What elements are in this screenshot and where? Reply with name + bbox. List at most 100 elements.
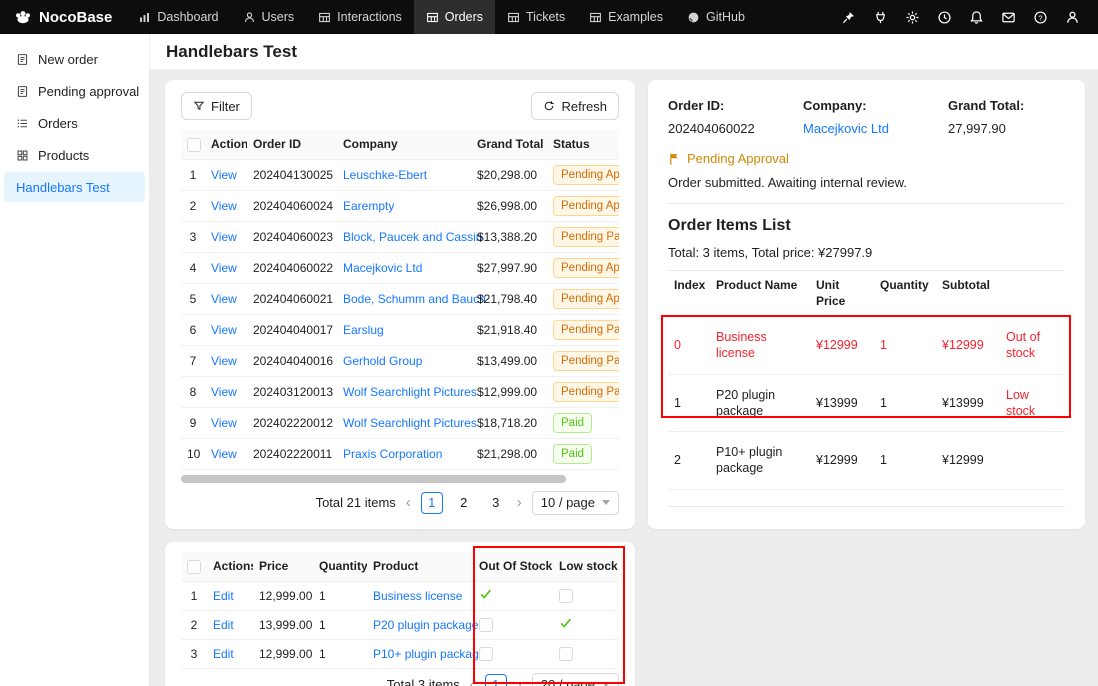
select-all-checkbox[interactable] <box>187 560 201 574</box>
page-3-button[interactable]: 3 <box>485 495 507 510</box>
view-link[interactable]: View <box>211 261 237 275</box>
table-row: 2 View 202404060024 Earempty $26,998.00 … <box>181 190 619 221</box>
user-avatar-icon[interactable] <box>1056 0 1088 34</box>
edit-link[interactable]: Edit <box>213 647 234 661</box>
company-link[interactable]: Leuschke-Ebert <box>343 168 427 182</box>
column-header-company[interactable]: Company <box>337 130 471 159</box>
cell-low-stock <box>553 581 619 610</box>
nav-item-users[interactable]: Users <box>231 0 307 34</box>
row-index: 3 <box>181 639 207 668</box>
horizontal-scrollbar-thumb[interactable] <box>181 475 566 483</box>
cell-order-id: 202403120013 <box>247 376 337 407</box>
cell-grand-total: $18,718.20 <box>471 407 547 438</box>
cell-subtotal: ¥12999 <box>936 317 1000 375</box>
nav-item-examples[interactable]: Examples <box>577 0 675 34</box>
checkbox[interactable] <box>559 647 573 661</box>
refresh-button[interactable]: Refresh <box>531 92 619 120</box>
view-link[interactable]: View <box>211 230 237 244</box>
sidebar-item-new-order[interactable]: New order <box>4 44 145 74</box>
page-title: Handlebars Test <box>166 42 297 62</box>
nav-item-interactions[interactable]: Interactions <box>306 0 414 34</box>
view-link[interactable]: View <box>211 199 237 213</box>
view-link[interactable]: View <box>211 323 237 337</box>
help-icon[interactable]: ? <box>1024 0 1056 34</box>
cell-product-name: Business license <box>710 317 810 375</box>
checkbox[interactable] <box>479 647 493 661</box>
cell-order-id: 202404060022 <box>247 252 337 283</box>
cell-grand-total: $13,499.00 <box>471 345 547 376</box>
column-header-price[interactable]: Price <box>253 552 313 581</box>
next-page-button[interactable]: › <box>517 677 522 686</box>
column-header-status[interactable]: Status <box>547 130 619 159</box>
orders-table: Actions Order ID Company Grand Total Sta… <box>181 130 619 470</box>
company-link[interactable]: Gerhold Group <box>343 354 422 368</box>
company-link[interactable]: Wolf Searchlight Pictures <box>343 385 477 399</box>
company-link[interactable]: Wolf Searchlight Pictures <box>343 416 477 430</box>
settings-gear-icon[interactable] <box>896 0 928 34</box>
sidebar-item-handlebars-test[interactable]: Handlebars Test <box>4 172 145 202</box>
company-link[interactable]: Earempty <box>343 199 394 213</box>
nocobase-logo[interactable]: NocoBase <box>14 9 112 26</box>
order-items-table: Index Product Name Unit Price Quantity S… <box>668 270 1064 490</box>
select-all-checkbox[interactable] <box>187 138 201 152</box>
column-header-low-stock[interactable]: Low stock <box>553 552 619 581</box>
column-header-actions[interactable]: Actions <box>205 130 247 159</box>
filter-button[interactable]: Filter <box>181 92 252 120</box>
clock-icon[interactable] <box>928 0 960 34</box>
column-header-actions[interactable]: Actions <box>207 552 253 581</box>
column-header-order-id[interactable]: Order ID <box>247 130 337 159</box>
table-row: 9 View 202402220012 Wolf Searchlight Pic… <box>181 407 619 438</box>
company-link[interactable]: Praxis Corporation <box>343 447 442 461</box>
nav-item-github[interactable]: GitHub <box>675 0 757 34</box>
column-header-out-of-stock[interactable]: Out Of Stock <box>473 552 553 581</box>
sidebar-item-products[interactable]: Products <box>4 140 145 170</box>
table-row: 3 View 202404060023 Block, Paucek and Ca… <box>181 221 619 252</box>
column-header-product[interactable]: Product <box>367 552 473 581</box>
page-size-select[interactable]: 20 / page <box>532 673 619 686</box>
page-2-button[interactable]: 2 <box>453 495 475 510</box>
sidebar-item-pending-approval[interactable]: Pending approval <box>4 76 145 106</box>
cell-price: 13,999.00 <box>253 610 313 639</box>
prev-page-button[interactable]: ‹ <box>406 495 411 510</box>
nav-item-orders[interactable]: Orders <box>414 0 495 34</box>
column-header-grand-total[interactable]: Grand Total <box>471 130 547 159</box>
bell-icon[interactable] <box>960 0 992 34</box>
table-row: 4 View 202404060022 Macejkovic Ltd $27,9… <box>181 252 619 283</box>
column-header-quantity[interactable]: Quantity <box>313 552 367 581</box>
list-icon <box>16 117 29 130</box>
view-link[interactable]: View <box>211 292 237 306</box>
product-link[interactable]: P20 plugin package <box>373 618 478 632</box>
svg-text:?: ? <box>1038 13 1042 22</box>
prev-page-button[interactable]: ‹ <box>470 677 475 686</box>
view-link[interactable]: View <box>211 385 237 399</box>
edit-link[interactable]: Edit <box>213 589 234 603</box>
product-link[interactable]: Business license <box>373 589 462 603</box>
stock-note: Out of stock <box>1006 330 1040 360</box>
column-header-stock-note <box>1000 271 1064 317</box>
page-size-select[interactable]: 10 / page <box>532 491 619 515</box>
next-page-button[interactable]: › <box>517 495 522 510</box>
nav-item-dashboard[interactable]: Dashboard <box>126 0 230 34</box>
nav-item-tickets[interactable]: Tickets <box>495 0 577 34</box>
view-link[interactable]: View <box>211 168 237 182</box>
checkbox[interactable] <box>479 618 493 632</box>
table-row: 2 Edit 13,999.00 1 P20 plugin package <box>181 610 619 639</box>
page-1-button[interactable]: 1 <box>485 674 507 686</box>
sidebar-item-orders[interactable]: Orders <box>4 108 145 138</box>
company-link[interactable]: Block, Paucek and Cassin <box>343 230 482 244</box>
mail-icon[interactable] <box>992 0 1024 34</box>
view-link[interactable]: View <box>211 416 237 430</box>
plugin-icon[interactable] <box>864 0 896 34</box>
company-link[interactable]: Earslug <box>343 323 384 337</box>
checkbox[interactable] <box>559 589 573 603</box>
company-link[interactable]: Macejkovic Ltd <box>343 261 422 275</box>
page-1-button[interactable]: 1 <box>421 492 443 514</box>
company-link[interactable]: Bode, Schumm and Bauch <box>343 292 486 306</box>
product-link[interactable]: P10+ plugin package <box>373 647 485 661</box>
view-link[interactable]: View <box>211 354 237 368</box>
edit-link[interactable]: Edit <box>213 618 234 632</box>
app-window: NocoBase Dashboard Users Interactions Or… <box>0 0 1098 686</box>
company-link[interactable]: Macejkovic Ltd <box>803 121 889 136</box>
view-link[interactable]: View <box>211 447 237 461</box>
pin-icon[interactable] <box>832 0 864 34</box>
